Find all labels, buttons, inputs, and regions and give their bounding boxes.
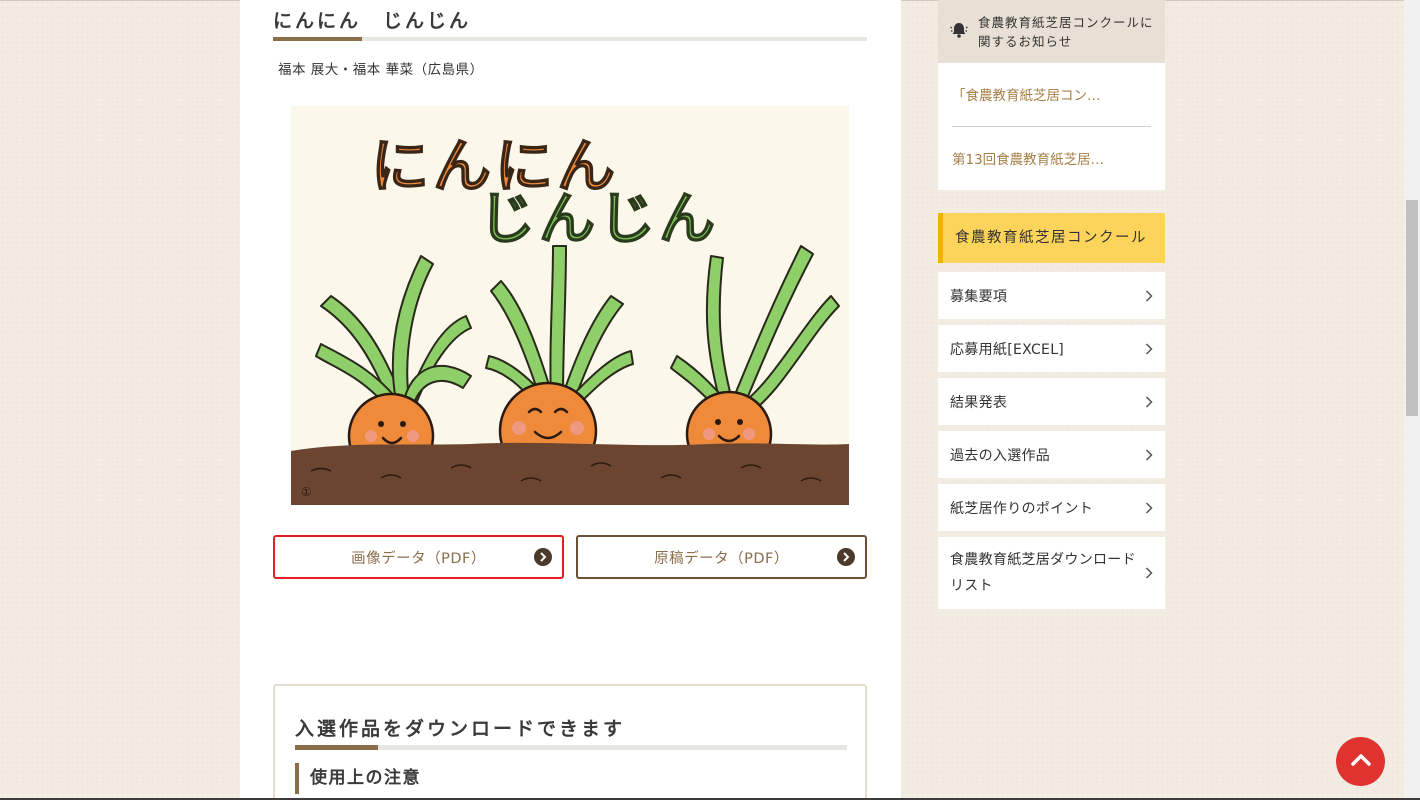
main-content: にんにん じんじん 福本 展大・福本 華菜（広島県） にんにん じんじん ① 画… — [240, 0, 901, 800]
draft-data-pdf-label: 原稿データ（PDF） — [654, 550, 789, 567]
notice-divider — [952, 126, 1151, 127]
chevron-right-icon — [1145, 567, 1153, 583]
menu-item-results[interactable]: 結果発表 — [938, 378, 1165, 425]
menu-item-past-winners[interactable]: 過去の入選作品 — [938, 431, 1165, 478]
menu-item-label: 食農教育紙芝居ダウンロードリスト — [950, 552, 1136, 594]
artwork-title: にんにん じんじん — [273, 10, 472, 32]
menu-item-guidelines[interactable]: 募集要項 — [938, 272, 1165, 319]
category-heading: 食農教育紙芝居コンクール — [938, 213, 1165, 263]
artwork-page-number: ① — [301, 485, 312, 499]
menu-item-label: 応募用紙[EXCEL] — [950, 341, 1065, 358]
artwork-image: にんにん じんじん ① — [291, 106, 849, 505]
chevron-up-icon — [1350, 752, 1372, 771]
download-section-title: 入選作品をダウンロードできます — [295, 718, 626, 740]
draft-data-pdf-button[interactable]: 原稿データ（PDF） — [576, 535, 867, 579]
notice-heading: 食農教育紙芝居コンクールに関するお知らせ — [978, 15, 1154, 49]
notice-widget: 食農教育紙芝居コンクールに関するお知らせ 「食農教育紙芝居コン… 第13回食農教… — [938, 0, 1165, 190]
arrow-circle-icon — [837, 548, 855, 566]
notice-link-2[interactable]: 第13回食農教育紙芝居… — [952, 148, 1104, 168]
menu-item-label: 紙芝居作りのポイント — [950, 500, 1093, 517]
notice-header: 食農教育紙芝居コンクールに関するお知らせ — [938, 0, 1165, 63]
back-to-top-button[interactable] — [1336, 737, 1385, 786]
menu-item-application-form[interactable]: 応募用紙[EXCEL] — [938, 325, 1165, 372]
image-data-pdf-button[interactable]: 画像データ（PDF） — [273, 535, 564, 579]
usage-notes-heading: 使用上の注意 — [295, 763, 421, 794]
chevron-right-icon — [1145, 448, 1153, 465]
menu-item-label: 過去の入選作品 — [950, 447, 1051, 464]
download-title-underline — [295, 745, 847, 750]
artwork-title-line2: じんじん — [479, 187, 719, 252]
chevron-right-icon — [1145, 289, 1153, 306]
image-data-pdf-label: 画像データ（PDF） — [351, 550, 486, 567]
menu-item-tips[interactable]: 紙芝居作りのポイント — [938, 484, 1165, 531]
chevron-right-icon — [1145, 395, 1153, 412]
chevron-right-icon — [1145, 501, 1153, 518]
bell-icon — [949, 20, 969, 44]
menu-item-label: 募集要項 — [950, 288, 1008, 305]
menu-item-label: 結果発表 — [950, 394, 1008, 411]
arrow-circle-icon — [534, 548, 552, 566]
menu-item-download-list[interactable]: 食農教育紙芝居ダウンロードリスト — [938, 537, 1165, 609]
scrollbar-thumb[interactable] — [1406, 200, 1418, 416]
artwork-authors: 福本 展大・福本 華菜（広島県） — [278, 62, 484, 78]
title-underline — [273, 37, 867, 41]
download-section: 入選作品をダウンロードできます 使用上の注意 — [273, 684, 867, 800]
notice-link-1[interactable]: 「食農教育紙芝居コン… — [952, 84, 1101, 104]
chevron-right-icon — [1145, 342, 1153, 359]
